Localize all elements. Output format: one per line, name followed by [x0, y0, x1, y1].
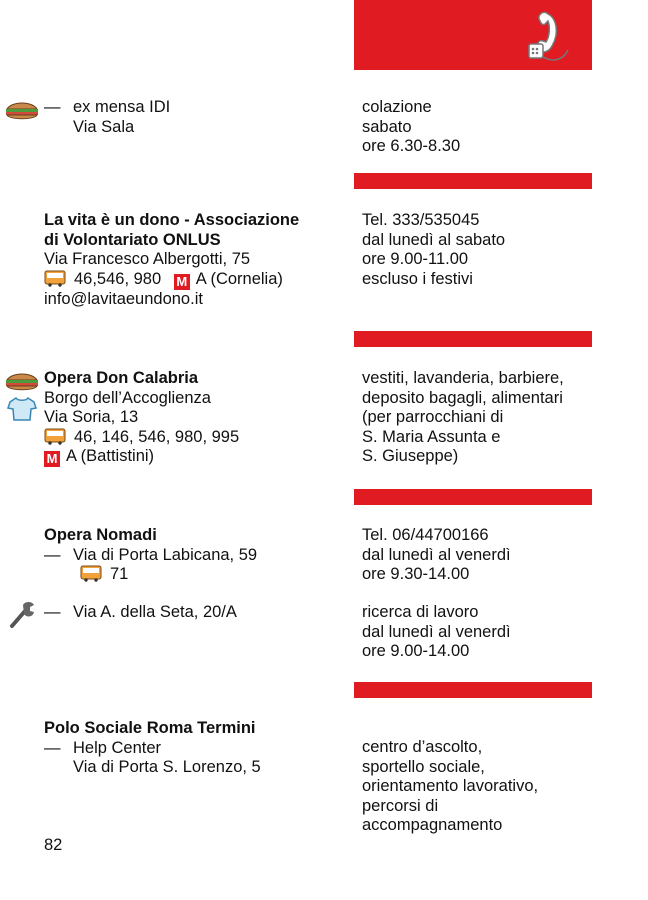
note: S. Maria Assunta e [362, 427, 501, 446]
dash: — [44, 545, 61, 564]
service: ricerca di lavoro [362, 603, 479, 621]
hours: ore 6.30-8.30 [362, 137, 461, 155]
metro-icon: M [173, 273, 190, 290]
address: Via Francesco Albergotti, 75 [44, 250, 251, 268]
entry-title: Opera Nomadi [44, 526, 157, 544]
note: (per parrocchiani di [362, 408, 504, 426]
bus-lines: 46,546, 980 [74, 269, 162, 288]
hours: ore 9.00-11.00 [362, 250, 469, 268]
subtitle: Borgo dell’Accoglienza [44, 388, 211, 407]
entry-title: di Volontariato ONLUS [44, 230, 221, 249]
metro-line: A (Cornelia) [195, 269, 283, 288]
bus-lines: 46, 146, 546, 980, 995 [74, 427, 240, 446]
note: escluso i festivi [362, 269, 473, 288]
address: Via Soria, 13 [44, 408, 139, 426]
metro-icon: M [44, 451, 60, 467]
address: Via di Porta Labicana, 59 [73, 545, 258, 564]
page-number: 82 [44, 836, 63, 854]
address: Via di Porta S. Lorenzo, 5 [73, 758, 261, 776]
days: dal lunedì al sabato [362, 230, 506, 249]
days: sabato [362, 117, 412, 136]
hours: ore 9.00-14.00 [362, 642, 470, 660]
header-phone-block [354, 0, 592, 70]
separator-bar [354, 173, 592, 189]
dash: — [44, 738, 61, 757]
phone-handset-icon [528, 11, 569, 61]
dash: — [44, 603, 61, 621]
service: accompagnamento [362, 816, 503, 834]
note: S. Giuseppe) [362, 447, 459, 465]
service: sportello sociale, [362, 757, 485, 776]
entry-la-vita-info: Tel. 333/535045 dal lunedì al sabato ore… [362, 211, 505, 289]
separator-bar [354, 331, 592, 347]
sandwich-icon [6, 102, 38, 120]
address: Via Sala [73, 117, 135, 136]
hours: ore 9.30-14.00 [362, 565, 470, 583]
wrench-icon [10, 602, 34, 628]
entry-title: La vita è un dono - Associazione [44, 211, 300, 229]
entry-opera-nomadi: Opera Nomadi — Via di Porta Labicana, 59 … [44, 526, 257, 585]
bus-icon [80, 565, 102, 582]
entry-title: Opera Don Calabria [44, 369, 199, 387]
entry-ex-mensa: — ex mensa IDI Via Sala [44, 98, 170, 137]
entry-name: Help Center [73, 738, 162, 757]
phone: Tel. 333/535045 [362, 211, 480, 229]
bus-lines: 71 [110, 565, 129, 583]
metro-line: A (Battistini) [66, 447, 155, 465]
entry-opera-don-calabria: Opera Don Calabria Borgo dell’Accoglienz… [44, 369, 239, 467]
sandwich-icon [6, 373, 38, 391]
entry-opera-nomadi-branch: — Via A. della Seta, 20/A [44, 603, 237, 623]
entry-opera-nomadi-branch-info: ricerca di lavoro dal lunedì al venerdì … [362, 603, 511, 662]
entry-polo-sociale: Polo Sociale Roma Termini — Help Center V… [44, 719, 261, 778]
service: percorsi di [362, 796, 439, 815]
email-link[interactable]: info@lavitaeundono.it [44, 290, 299, 310]
entry-opera-don-calabria-info: vestiti, lavanderia, barbiere, deposito … [362, 369, 564, 467]
service: centro d’ascolto, [362, 738, 483, 756]
entry-name: ex mensa IDI [73, 98, 171, 116]
separator-bar [354, 682, 592, 698]
services: vestiti, lavanderia, barbiere, [362, 369, 564, 387]
days: dal lunedì al venerdì [362, 545, 511, 564]
services: deposito bagagli, alimentari [362, 388, 563, 407]
entry-title: Polo Sociale Roma Termini [44, 719, 256, 737]
phone: Tel. 06/44700166 [362, 526, 489, 544]
service: colazione [362, 98, 432, 116]
entry-ex-mensa-info: colazione sabato ore 6.30-8.30 [362, 98, 460, 157]
entry-la-vita-e-un-dono: La vita è un dono - Associazione di Volo… [44, 211, 299, 309]
days: dal lunedì al venerdì [362, 622, 511, 641]
bus-icon [44, 428, 66, 445]
tshirt-icon [7, 396, 37, 421]
entry-polo-sociale-info: centro d’ascolto, sportello sociale, ori… [362, 738, 538, 836]
address: Via A. della Seta, 20/A [73, 603, 237, 621]
bus-icon [44, 270, 66, 287]
service: orientamento lavorativo, [362, 777, 539, 795]
dash: — [44, 98, 61, 116]
separator-bar [354, 489, 592, 505]
entry-opera-nomadi-info: Tel. 06/44700166 dal lunedì al venerdì o… [362, 526, 511, 585]
